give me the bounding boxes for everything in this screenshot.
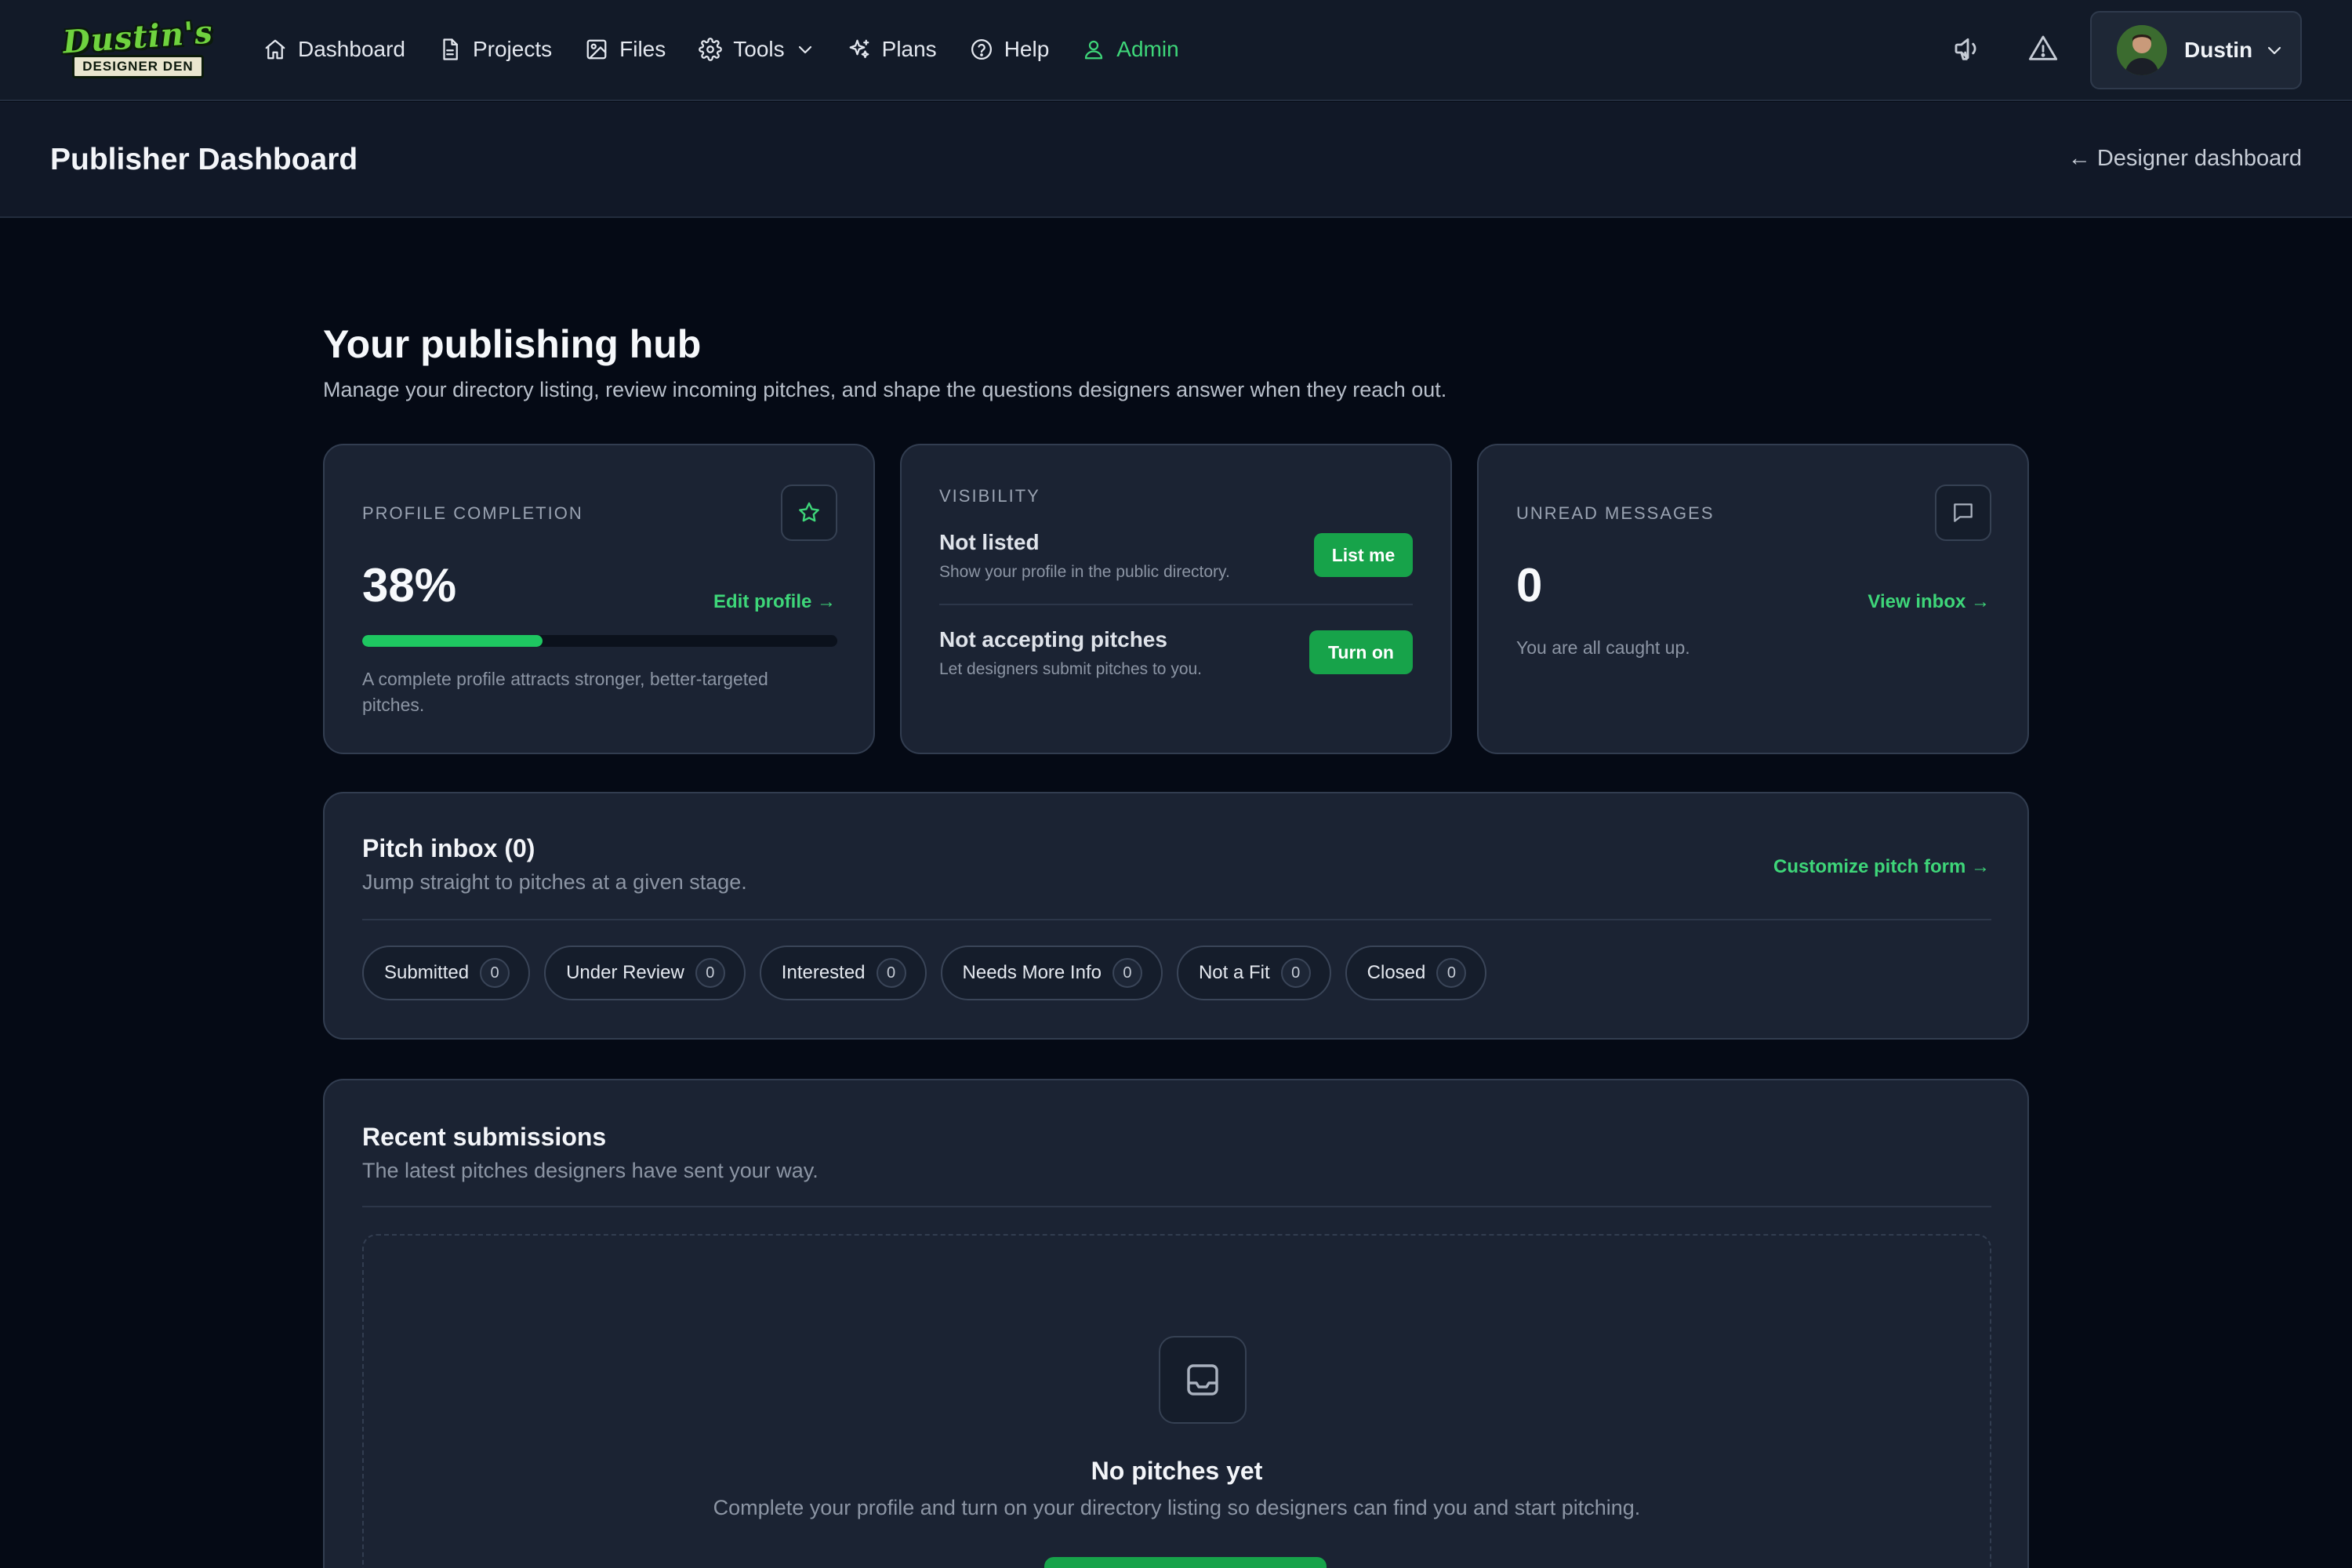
- divider: [939, 604, 1413, 605]
- chip-count: 0: [1112, 958, 1142, 988]
- listing-description: Show your profile in the public director…: [939, 563, 1230, 581]
- stage-chip-not-a-fit[interactable]: Not a Fit 0: [1176, 946, 1331, 1000]
- empty-state-cta-button[interactable]: [1044, 1557, 1327, 1568]
- chip-label: Submitted: [384, 962, 470, 983]
- pitch-inbox-subtitle: Jump straight to pitches at a given stag…: [362, 870, 747, 894]
- profile-note: A complete profile attracts stronger, be…: [362, 669, 768, 715]
- chip-count: 0: [695, 958, 725, 988]
- chip-count: 0: [1280, 958, 1311, 988]
- message-icon: [1954, 503, 1973, 522]
- inbox-icon-box: [1159, 1336, 1247, 1424]
- chip-label: Not a Fit: [1198, 962, 1270, 983]
- nav-item-help[interactable]: Help: [970, 37, 1050, 62]
- chevron-down-icon: [2268, 46, 2281, 55]
- pitch-stage-filters: Submitted 0 Under Review 0 Interested 0 …: [362, 946, 1501, 1000]
- nav-item-label: Files: [619, 37, 666, 61]
- user-icon: [1085, 40, 1103, 60]
- hub-title: Your publishing hub: [323, 322, 702, 366]
- chip-count: 0: [876, 958, 906, 988]
- gear-icon: [699, 38, 723, 61]
- listing-status: Not listed: [939, 530, 1040, 554]
- warning-icon[interactable]: [2027, 33, 2059, 64]
- nav-item-label: Tools: [733, 37, 785, 61]
- brand-logo-line1: Dustin's: [61, 13, 215, 61]
- profile-completion-value: 38%: [362, 559, 457, 612]
- unread-count: 0: [1516, 559, 1543, 612]
- message-icon-box: [1935, 485, 1991, 541]
- divider: [362, 1206, 1991, 1207]
- chevron-down-icon: [798, 45, 811, 54]
- chip-label: Under Review: [566, 962, 684, 983]
- page-header: Publisher Dashboard ← Designer dashboard: [0, 102, 2352, 218]
- chip-label: Interested: [781, 962, 866, 983]
- stage-chip-needs-more-info[interactable]: Needs More Info 0: [940, 946, 1163, 1000]
- nav-item-label: Plans: [881, 37, 937, 61]
- home-icon: [265, 39, 285, 60]
- nav-item-tools[interactable]: Tools: [699, 37, 814, 62]
- nav-item-files[interactable]: Files: [585, 37, 666, 62]
- user-menu-button[interactable]: Dustin: [2090, 11, 2302, 89]
- recent-submissions-card: Recent submissions The latest pitches de…: [323, 1079, 2029, 1568]
- hub-subtitle: Manage your directory listing, review in…: [323, 378, 1447, 401]
- empty-state-title: No pitches yet: [1091, 1457, 1263, 1485]
- nav-item-label: Dashboard: [298, 37, 405, 61]
- nav-item-admin[interactable]: Admin: [1082, 37, 1179, 62]
- card-label: UNREAD MESSAGES: [1516, 503, 1715, 523]
- help-circle-icon: [971, 39, 992, 60]
- image-icon: [586, 39, 607, 60]
- view-inbox-link[interactable]: View inbox →: [1867, 591, 1990, 613]
- nav-item-projects[interactable]: Projects: [438, 37, 552, 62]
- user-name: Dustin: [2184, 38, 2253, 62]
- recent-submissions-subtitle: The latest pitches designers have sent y…: [362, 1159, 818, 1182]
- pitch-inbox-title: Pitch inbox (0): [362, 834, 535, 862]
- chip-count: 0: [1436, 958, 1467, 988]
- profile-progress-fill: [362, 635, 543, 647]
- list-me-button[interactable]: List me: [1314, 533, 1413, 577]
- top-navigation: Dustin's DESIGNER DEN Dashboard Projects…: [0, 0, 2352, 101]
- profile-progress-bar: [362, 635, 837, 647]
- nav-item-dashboard[interactable]: Dashboard: [263, 37, 405, 62]
- messages-note: You are all caught up.: [1516, 637, 1690, 658]
- chip-count: 0: [480, 958, 510, 988]
- pitch-inbox-card: Pitch inbox (0) Jump straight to pitches…: [323, 792, 2029, 1040]
- stage-chip-under-review[interactable]: Under Review 0: [544, 946, 746, 1000]
- stage-chip-interested[interactable]: Interested 0: [759, 946, 927, 1000]
- nav-item-label: Help: [1004, 37, 1050, 61]
- page-title: Publisher Dashboard: [50, 143, 358, 176]
- star-icon-box: [781, 485, 837, 541]
- recent-submissions-title: Recent submissions: [362, 1123, 607, 1151]
- profile-completion-card: PROFILE COMPLETION 38% Edit profile → A …: [323, 444, 875, 754]
- stage-chip-closed[interactable]: Closed 0: [1345, 946, 1487, 1000]
- empty-state-text: Complete your profile and turn on your d…: [713, 1496, 1641, 1519]
- designer-dashboard-link[interactable]: ← Designer dashboard: [2068, 146, 2302, 172]
- avatar: [2117, 25, 2167, 75]
- empty-state: No pitches yet Complete your profile and…: [362, 1234, 1991, 1568]
- nav-item-label: Projects: [472, 37, 553, 61]
- megaphone-icon[interactable]: [1952, 33, 1984, 64]
- customize-pitch-form-link[interactable]: Customize pitch form →: [1773, 856, 1990, 878]
- inbox-icon: [1187, 1364, 1218, 1396]
- chip-label: Needs More Info: [962, 962, 1102, 983]
- nav-item-plans[interactable]: Plans: [848, 37, 937, 62]
- edit-profile-link[interactable]: Edit profile →: [713, 591, 836, 613]
- stage-chip-submitted[interactable]: Submitted 0: [362, 946, 531, 1000]
- card-label: PROFILE COMPLETION: [362, 503, 583, 523]
- star-icon: [799, 502, 819, 522]
- unread-messages-card: UNREAD MESSAGES 0 View inbox → You are a…: [1477, 444, 2029, 754]
- pitches-description: Let designers submit pitches to you.: [939, 660, 1203, 678]
- card-label: VISIBILITY: [939, 486, 1040, 506]
- chip-label: Closed: [1367, 962, 1426, 983]
- visibility-card: VISIBILITY Not listed Show your profile …: [900, 444, 1452, 754]
- nav-item-label: Admin: [1116, 37, 1179, 61]
- avatar-image: [2117, 25, 2167, 75]
- divider: [362, 919, 1991, 920]
- nav-menu: Dashboard Projects Files Tools Plans Hel…: [263, 0, 1212, 99]
- pitches-status: Not accepting pitches: [939, 627, 1167, 652]
- sparkles-icon: [849, 39, 869, 59]
- document-icon: [443, 38, 458, 60]
- brand-logo[interactable]: Dustin's DESIGNER DEN: [62, 13, 214, 85]
- turn-on-pitches-button[interactable]: Turn on: [1309, 630, 1413, 674]
